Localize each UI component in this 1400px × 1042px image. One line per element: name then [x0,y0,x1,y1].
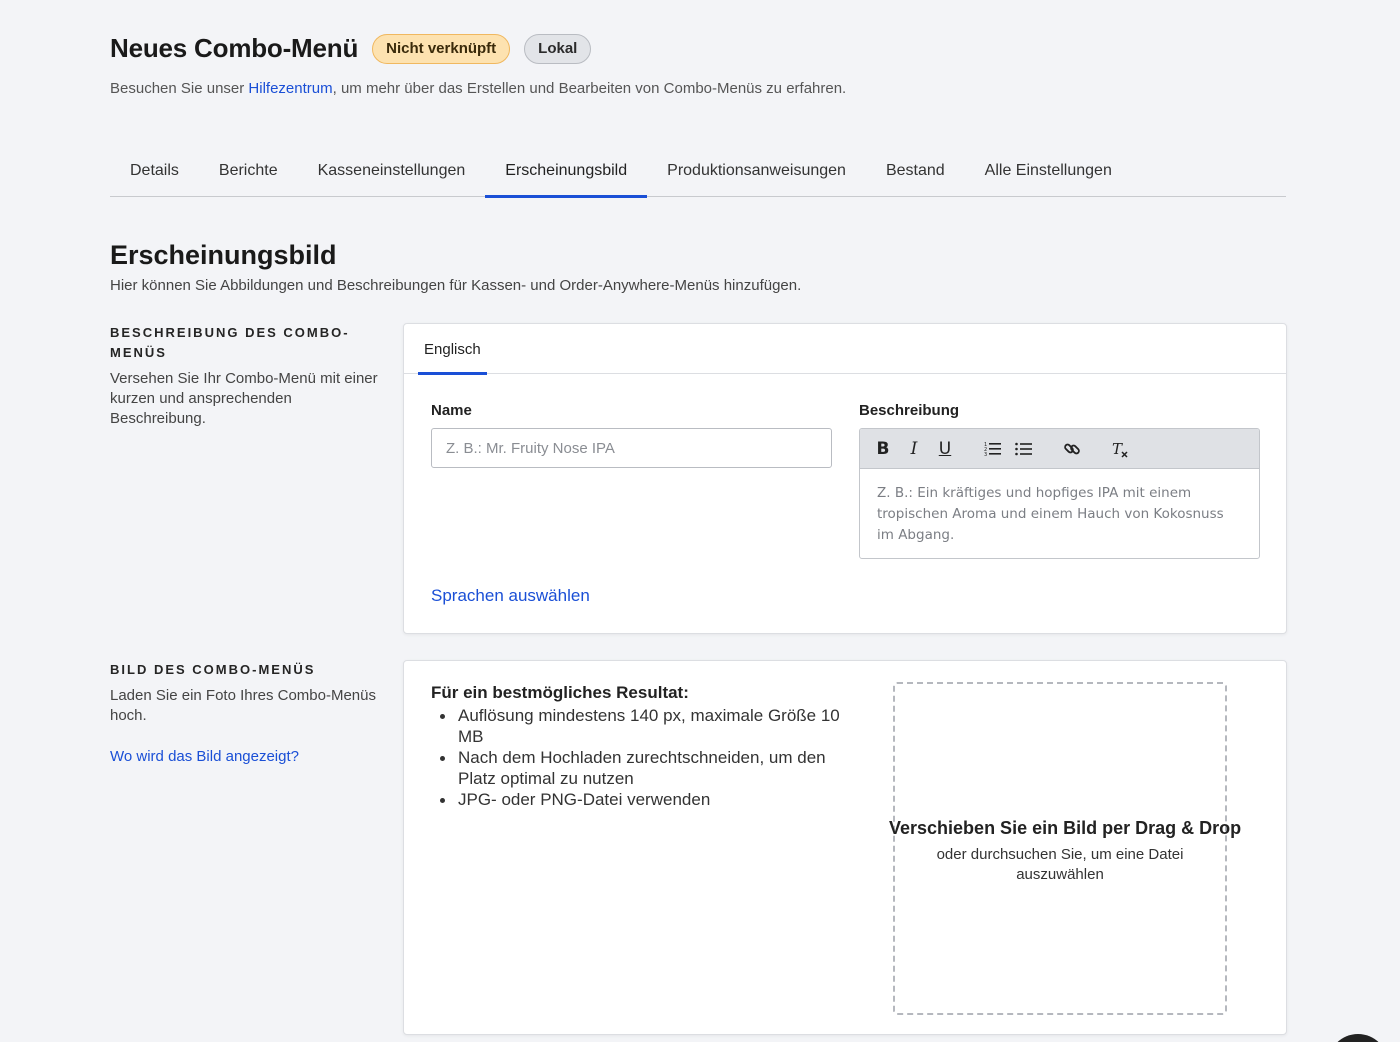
description-card: Englisch Name Beschreibung B I U 123 T [403,323,1287,634]
tips-list: Auflösung mindestens 140 px, maximale Gr… [431,705,851,810]
help-center-link[interactable]: Hilfezentrum [248,80,332,97]
tab-appearance[interactable]: Erscheinungsbild [485,146,647,198]
image-card: Für ein bestmögliches Resultat: Auflösun… [403,660,1287,1035]
tab-pos-settings[interactable]: Kasseneinstellungen [298,146,486,196]
image-heading: BILD DES COMBO-MENÜS [110,662,316,677]
image-help-text: Laden Sie ein Foto Ihres Combo-Menüs hoc… [110,687,376,724]
image-dropzone[interactable]: Verschieben Sie ein Bild per Drag & Drop… [889,682,1241,1015]
page-title: Neues Combo-Menü [110,33,359,63]
title-row: Neues Combo-Menü Nicht verknüpft Lokal [110,33,592,64]
tips-title: Für ein bestmögliches Resultat: [431,683,689,702]
svg-text:3: 3 [984,452,987,457]
subtitle-text-after: , um mehr über das Erstellen und Bearbei… [332,80,847,97]
tab-production-instructions[interactable]: Produktionsanweisungen [647,146,866,196]
name-input[interactable] [431,428,832,468]
language-tabs: Englisch [404,324,1286,375]
underline-icon[interactable]: U [933,437,957,461]
svg-text:T: T [1112,440,1123,458]
editor-toolbar: B I U 123 T [860,429,1259,469]
description-help-text: Versehen Sie Ihr Combo-Menü mit einer ku… [110,370,378,427]
tab-details[interactable]: Details [110,146,199,196]
page-subtitle: Besuchen Sie unser Hilfezentrum, um mehr… [110,80,846,97]
description-heading: BESCHREIBUNG DES COMBO-MENÜS [110,325,350,360]
tab-bar: Details Berichte Kasseneinstellungen Ers… [110,146,1286,198]
tip-item: Auflösung mindestens 140 px, maximale Gr… [431,705,851,747]
description-label: Beschreibung [859,402,960,419]
name-label: Name [431,402,472,419]
section-subtitle: Hier können Sie Abbildungen und Beschrei… [110,277,802,294]
tab-reports[interactable]: Berichte [199,146,298,196]
tab-inventory[interactable]: Bestand [866,146,965,196]
tip-item: Nach dem Hochladen zurechtschneiden, um … [431,747,851,789]
italic-icon[interactable]: I [902,437,926,461]
section-title: Erscheinungsbild [110,240,337,270]
scope-badge: Lokal [524,33,592,64]
link-icon[interactable] [1060,437,1084,461]
subtitle-text-before: Besuchen Sie unser [110,80,249,97]
ordered-list-icon[interactable]: 123 [981,437,1005,461]
dropzone-title: Verschieben Sie ein Bild per Drag & Drop [889,818,1242,838]
tip-item: JPG- oder PNG-Datei verwenden [431,789,851,810]
dropzone-subtitle: oder durchsuchen Sie, um eine Datei ausz… [936,846,1184,883]
image-side-info: BILD DES COMBO-MENÜS Laden Sie ein Foto … [110,660,390,765]
description-side-info: BESCHREIBUNG DES COMBO-MENÜS Versehen Si… [110,323,390,429]
tab-all-settings[interactable]: Alle Einstellungen [965,146,1132,196]
tab-language-english[interactable]: Englisch [418,324,487,375]
chat-launcher-button[interactable] [1328,1034,1388,1042]
description-textarea[interactable]: Z. B.: Ein kräftiges und hopfiges IPA mi… [860,469,1259,558]
clear-format-icon[interactable]: T [1108,437,1132,461]
description-editor: B I U 123 T Z. B.: Ein kräftiges und hop… [859,428,1260,559]
bold-icon[interactable]: B [871,437,895,461]
page: Neues Combo-Menü Nicht verknüpft Lokal B… [0,0,1400,1042]
select-languages-link[interactable]: Sprachen auswählen [431,586,590,606]
link-status-badge: Nicht verknüpft [372,33,511,64]
where-image-shown-link[interactable]: Wo wird das Bild angezeigt? [110,748,390,765]
bullet-list-icon[interactable] [1012,437,1036,461]
